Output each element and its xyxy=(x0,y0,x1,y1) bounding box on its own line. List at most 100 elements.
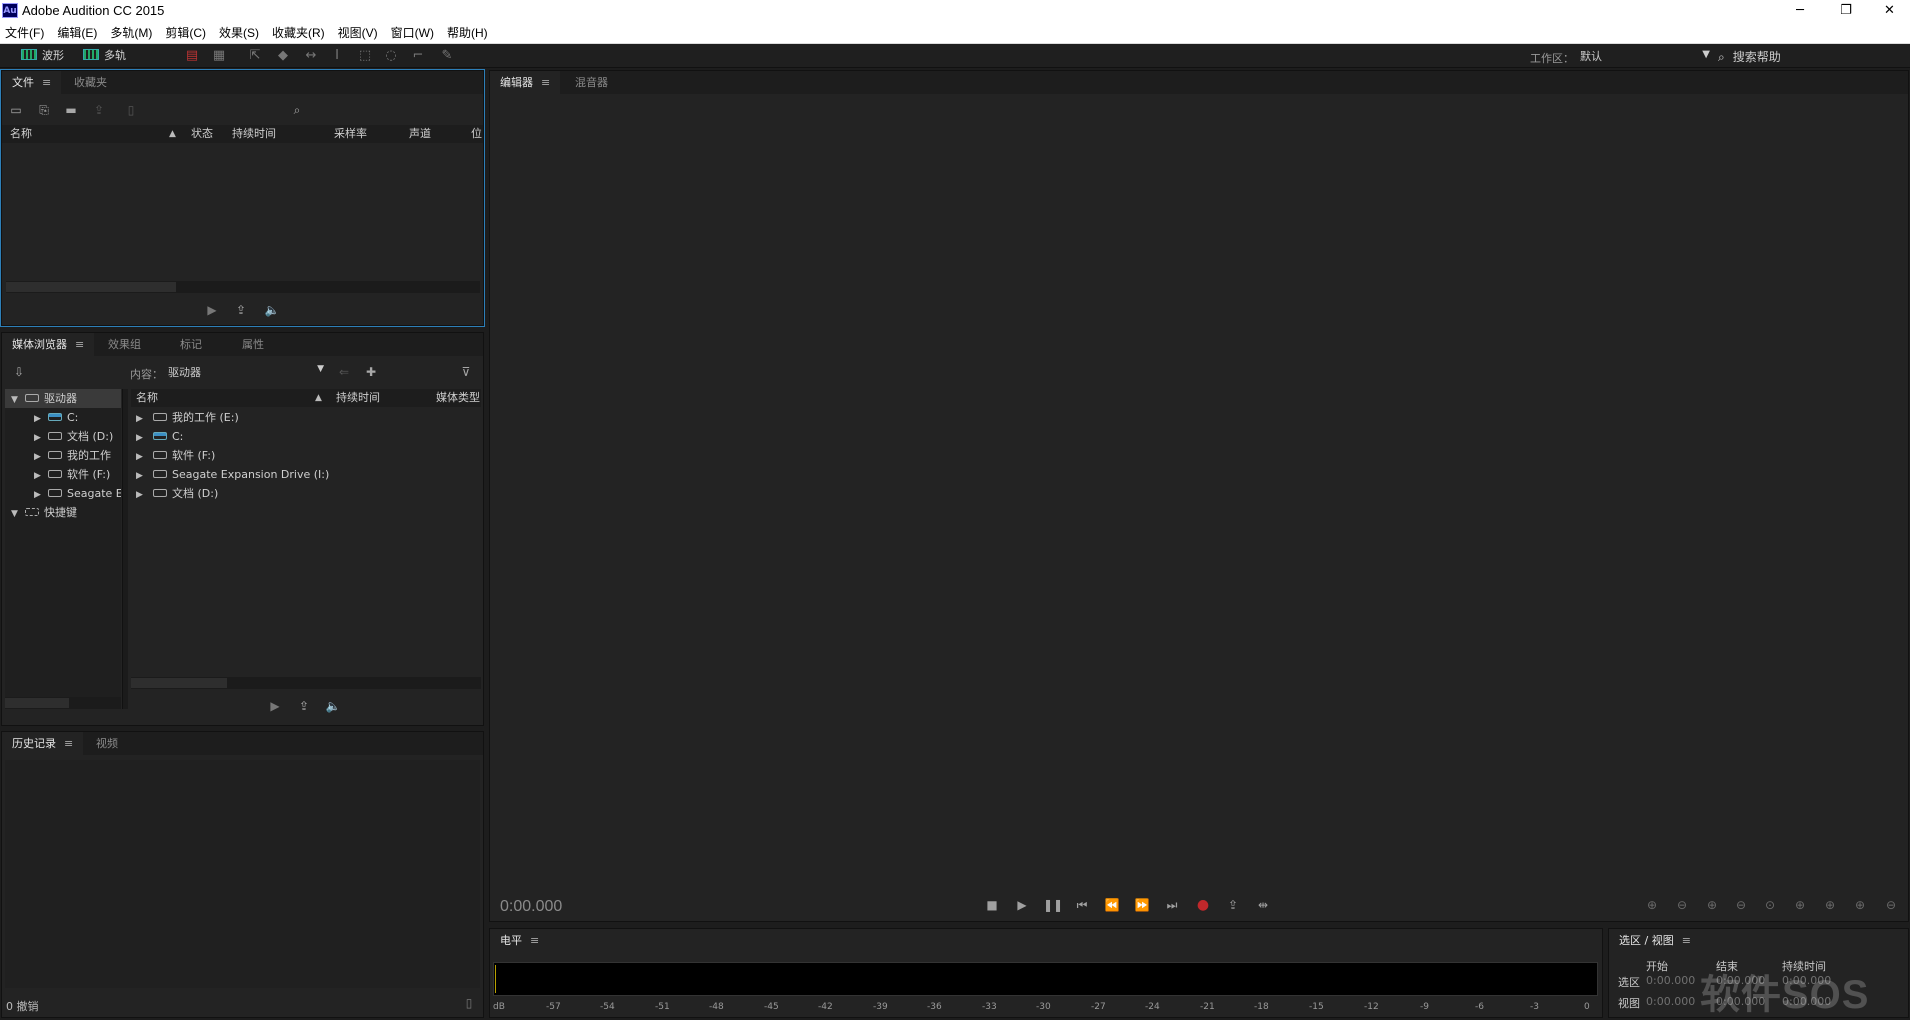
menu-clip[interactable]: 剪辑(C) xyxy=(159,22,213,44)
record-icon[interactable]: ● xyxy=(1192,896,1214,914)
column-sample-rate[interactable]: 采样率 xyxy=(334,125,367,143)
stop-icon[interactable]: ■ xyxy=(981,896,1003,914)
splitter-handle[interactable] xyxy=(122,389,128,709)
loop-playback-icon[interactable]: ⇪ xyxy=(1222,896,1244,914)
tab-mixer[interactable]: 混音器 xyxy=(565,71,618,94)
tree-item-drives[interactable]: ▼ 驱动器 xyxy=(5,389,121,408)
tab-effects-rack[interactable]: 效果组 xyxy=(98,333,151,356)
column-duration[interactable]: 持续时间 xyxy=(336,389,380,407)
expand-triangle-icon[interactable]: ▶ xyxy=(136,410,146,427)
expand-triangle-icon[interactable]: ▶ xyxy=(136,467,146,484)
tab-markers[interactable]: 标记 xyxy=(170,333,212,356)
tab-properties[interactable]: 属性 xyxy=(232,333,274,356)
zoom-out-time-icon[interactable]: ⊖ xyxy=(1729,896,1753,914)
panel-menu-icon[interactable]: ≡ xyxy=(64,737,73,750)
new-file-icon[interactable]: ▬ xyxy=(62,103,80,117)
go-to-end-icon[interactable]: ⏭ xyxy=(1161,896,1183,914)
tree-item-drive-i[interactable]: ▶ Seagate E xyxy=(5,484,121,503)
files-horizontal-scrollbar[interactable] xyxy=(6,281,480,293)
column-status[interactable]: 状态 xyxy=(191,125,213,143)
list-item[interactable]: ▶ Seagate Expansion Drive (I:) xyxy=(133,465,479,484)
column-name[interactable]: 名称 xyxy=(10,125,32,143)
zoom-in-amplitude-icon[interactable]: ⊕ xyxy=(1640,896,1664,914)
tab-media-browser[interactable]: 媒体浏览器 ≡ xyxy=(2,333,95,356)
menu-favorites[interactable]: 收藏夹(R) xyxy=(266,22,332,44)
open-file-icon[interactable]: ▭ xyxy=(8,103,24,117)
slip-tool-icon[interactable]: ↔ xyxy=(302,48,320,64)
expand-triangle-icon[interactable]: ▼ xyxy=(11,505,21,522)
spectral-pitch-icon[interactable]: ▦ xyxy=(210,48,228,64)
zoom-in-selection-icon[interactable]: ⊕ xyxy=(1818,896,1842,914)
skip-selection-icon[interactable]: ⇹ xyxy=(1252,896,1274,914)
column-bit-depth[interactable]: 位 xyxy=(471,125,482,143)
list-item[interactable]: ▶ 我的工作 (E:) xyxy=(133,408,479,427)
pause-icon[interactable]: ❚❚ xyxy=(1042,896,1064,914)
menu-view[interactable]: 视图(V) xyxy=(332,22,385,44)
marquee-tool-icon[interactable]: ⬚ xyxy=(356,48,374,64)
expand-triangle-icon[interactable]: ▶ xyxy=(136,448,146,465)
play-icon[interactable]: ▶ xyxy=(205,303,219,317)
back-arrow-icon[interactable]: ⇐ xyxy=(336,365,352,379)
zoom-out-icon[interactable]: ⊖ xyxy=(1879,896,1903,914)
trash-icon[interactable]: ▯ xyxy=(462,996,476,1010)
expand-triangle-icon[interactable]: ▶ xyxy=(34,467,44,484)
tab-favorites[interactable]: 收藏夹 xyxy=(64,71,117,94)
view-start-field[interactable]: 0:00.000 xyxy=(1646,995,1695,1008)
menu-effects[interactable]: 效果(S) xyxy=(213,22,266,44)
fast-forward-icon[interactable]: ⏩ xyxy=(1131,896,1153,914)
tree-item-drive-f[interactable]: ▶ 软件 (F:) xyxy=(5,465,121,484)
spot-healing-tool-icon[interactable]: ✎ xyxy=(438,48,456,64)
import-file-icon[interactable]: ⎘ xyxy=(36,103,52,118)
panel-menu-icon[interactable]: ≡ xyxy=(530,934,539,947)
auto-play-speaker-icon[interactable]: 🔈 xyxy=(263,303,281,317)
insert-multitrack-icon[interactable]: ⇪ xyxy=(90,103,108,117)
tab-levels[interactable]: 电平 ≡ xyxy=(490,929,550,952)
zoom-selection-icon[interactable]: ⊕ xyxy=(1848,896,1872,914)
expand-triangle-icon[interactable]: ▶ xyxy=(34,410,44,427)
search-icon[interactable]: ⌕ xyxy=(288,103,306,118)
export-icon[interactable]: ⇪ xyxy=(296,699,312,713)
zoom-in-time-icon[interactable]: ⊕ xyxy=(1700,896,1724,914)
trash-icon[interactable]: ▯ xyxy=(124,103,138,117)
menu-file[interactable]: 文件(F) xyxy=(0,22,51,44)
expand-triangle-icon[interactable]: ▼ xyxy=(11,391,21,408)
tree-item-drive-d[interactable]: ▶ 文档 (D:) xyxy=(5,427,121,446)
tree-item-drive-e[interactable]: ▶ 我的工作 xyxy=(5,446,121,465)
rewind-icon[interactable]: ⏪ xyxy=(1101,896,1123,914)
menu-edit[interactable]: 编辑(E) xyxy=(51,22,104,44)
multitrack-mode-button[interactable]: 多轨 xyxy=(83,47,126,65)
go-to-start-icon[interactable]: ⏮ xyxy=(1071,896,1093,914)
play-icon[interactable]: ▶ xyxy=(1011,896,1033,914)
brush-tool-icon[interactable]: ⌐ xyxy=(409,48,427,64)
workspace-select[interactable]: 默认 ▼ xyxy=(1580,48,1710,64)
column-name[interactable]: 名称 xyxy=(136,389,158,407)
list-item[interactable]: ▶ 文档 (D:) xyxy=(133,484,479,503)
zoom-out-amplitude-icon[interactable]: ⊖ xyxy=(1670,896,1694,914)
menu-help[interactable]: 帮助(H) xyxy=(441,22,495,44)
tree-item-drive-c[interactable]: ▶ C: xyxy=(5,408,121,427)
tab-files[interactable]: 文件 ≡ xyxy=(2,71,62,94)
current-time-display[interactable]: 0:00.000 xyxy=(500,898,562,916)
tab-selection-view[interactable]: 选区 / 视图 ≡ xyxy=(1609,929,1701,952)
menu-multitrack[interactable]: 多轨(M) xyxy=(104,22,159,44)
column-duration[interactable]: 持续时间 xyxy=(232,125,276,143)
expand-triangle-icon[interactable]: ▶ xyxy=(34,429,44,446)
zoom-in-point-icon[interactable]: ⊕ xyxy=(1788,896,1812,914)
restore-button[interactable]: ❐ xyxy=(1823,0,1869,22)
expand-triangle-icon[interactable]: ▶ xyxy=(34,486,44,503)
menu-window[interactable]: 窗口(W) xyxy=(385,22,441,44)
list-item[interactable]: ▶ C: xyxy=(133,427,479,446)
export-icon[interactable]: ⇪ xyxy=(233,303,249,317)
list-item[interactable]: ▶ 软件 (F:) xyxy=(133,446,479,465)
move-tool-icon[interactable]: ⇱ xyxy=(246,48,264,64)
filter-icon[interactable]: ⊽ xyxy=(457,365,475,379)
minimize-button[interactable]: ─ xyxy=(1777,0,1823,22)
help-search-field[interactable]: ⌕ 搜索帮助 xyxy=(1718,48,1781,65)
tree-horizontal-scrollbar[interactable] xyxy=(5,697,121,709)
spectral-frequency-icon[interactable]: ▤ xyxy=(183,48,201,64)
selection-start-field[interactable]: 0:00.000 xyxy=(1646,974,1695,987)
tab-editor[interactable]: 编辑器 ≡ xyxy=(490,71,561,94)
waveform-mode-button[interactable]: 波形 xyxy=(21,47,64,65)
close-button[interactable]: ✕ xyxy=(1869,0,1910,22)
lasso-tool-icon[interactable]: ◌ xyxy=(382,48,400,64)
